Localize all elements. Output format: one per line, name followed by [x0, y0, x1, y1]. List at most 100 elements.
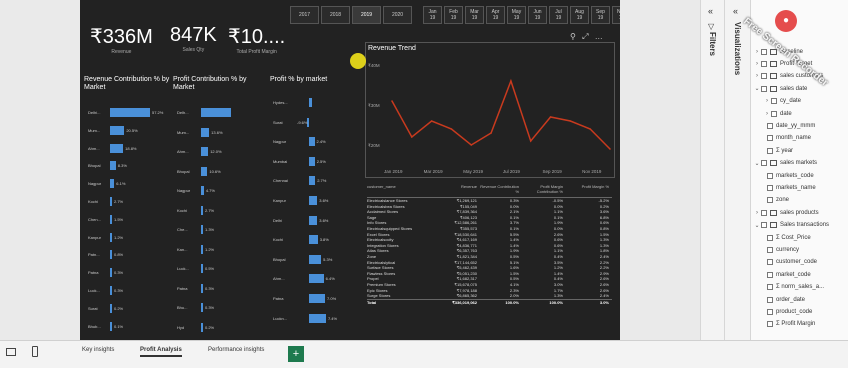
- col-revenue-contribution[interactable]: Revenue Contribution %: [477, 184, 519, 194]
- field-checkbox[interactable]: [767, 284, 773, 291]
- expand-chevron-icon[interactable]: ›: [763, 111, 771, 117]
- bar[interactable]: [110, 125, 125, 135]
- col-profit-margin[interactable]: Profit Margin %: [563, 184, 609, 189]
- mobile-view-icon[interactable]: [32, 346, 38, 357]
- bar[interactable]: [201, 205, 203, 215]
- revenue-trend-chart[interactable]: Revenue Trend ₹40M ₹30M ₹20M Jan 2019 Mar 201…: [365, 42, 615, 178]
- revenue-point[interactable]: [411, 136, 413, 138]
- filter-icon[interactable]: ⚲: [570, 32, 576, 41]
- expand-chevron-icon[interactable]: ›: [753, 49, 761, 55]
- bar[interactable]: [309, 254, 322, 264]
- field-item[interactable]: › cy_date: [763, 96, 801, 107]
- bar[interactable]: [309, 176, 316, 186]
- field-checkbox[interactable]: [767, 308, 773, 315]
- month-option-jun[interactable]: Jun 19: [528, 6, 547, 24]
- revenue-point[interactable]: [450, 128, 453, 130]
- field-item[interactable]: date_yy_mmm: [767, 120, 815, 131]
- field-item[interactable]: Σ Profit Margin: [767, 319, 815, 330]
- customer-table[interactable]: customer_name Revenue Revenue Contributi…: [367, 184, 612, 305]
- field-checkbox[interactable]: [767, 259, 773, 266]
- bar[interactable]: [110, 286, 112, 295]
- field-item[interactable]: ⌄ sales markets: [753, 158, 817, 169]
- field-item[interactable]: markets_code: [767, 170, 814, 181]
- bar[interactable]: [201, 322, 203, 332]
- expand-chevron-icon[interactable]: ›: [753, 61, 761, 67]
- month-option-jul[interactable]: Jul 19: [549, 6, 568, 24]
- bar[interactable]: [110, 303, 112, 313]
- field-item[interactable]: month_name: [767, 133, 811, 144]
- field-checkbox[interactable]: [761, 160, 767, 167]
- field-item[interactable]: ⌄ Sales transactions: [753, 220, 829, 231]
- field-checkbox[interactable]: [767, 271, 773, 278]
- year-option-2019[interactable]: 2019: [352, 6, 381, 24]
- bar[interactable]: [110, 268, 112, 278]
- month-option-apr[interactable]: Apr 19: [486, 6, 505, 24]
- field-item[interactable]: zone: [767, 195, 789, 206]
- expand-chevron-icon[interactable]: ›: [753, 210, 761, 216]
- field-checkbox[interactable]: [761, 85, 767, 92]
- field-checkbox[interactable]: [767, 147, 773, 154]
- field-checkbox[interactable]: [761, 222, 767, 229]
- field-checkbox[interactable]: [767, 246, 773, 253]
- bar[interactable]: [201, 127, 210, 137]
- expand-chevron-icon[interactable]: ›: [753, 73, 761, 79]
- field-item[interactable]: › sales products: [753, 207, 819, 218]
- bar[interactable]: [309, 294, 326, 303]
- col-profit-margin-contribution[interactable]: Profit Margin Contribution %: [519, 184, 563, 194]
- revenue-series-line[interactable]: [391, 78, 611, 150]
- bar[interactable]: [201, 186, 204, 195]
- year-option-2018[interactable]: 2018: [321, 6, 350, 24]
- revenue-point[interactable]: [549, 116, 552, 118]
- month-option-aug[interactable]: Aug 19: [570, 6, 589, 24]
- revenue-point[interactable]: [430, 120, 433, 122]
- field-checkbox[interactable]: [767, 197, 773, 204]
- bar[interactable]: [309, 215, 318, 225]
- field-checkbox[interactable]: [761, 209, 767, 216]
- revenue-point[interactable]: [589, 128, 591, 130]
- bar[interactable]: [110, 321, 112, 331]
- field-item[interactable]: customer_code: [767, 257, 817, 268]
- field-item[interactable]: order_date: [767, 294, 805, 305]
- bar[interactable]: [309, 156, 315, 166]
- field-item[interactable]: markets_name: [767, 182, 816, 193]
- bar[interactable]: [110, 197, 112, 206]
- more-options-icon[interactable]: …: [595, 32, 603, 41]
- bar[interactable]: [110, 232, 112, 242]
- month-option-jan[interactable]: Jan 19: [423, 6, 442, 24]
- field-item[interactable]: product_code: [767, 306, 812, 317]
- desktop-view-icon[interactable]: [6, 348, 16, 356]
- field-item[interactable]: currency: [767, 244, 799, 255]
- month-option-may[interactable]: May 19: [507, 6, 526, 24]
- revenue-point[interactable]: [470, 144, 473, 146]
- field-checkbox[interactable]: [767, 172, 773, 179]
- kpi-sales-qty[interactable]: 847K Sales Qty: [170, 24, 217, 53]
- col-revenue[interactable]: Revenue: [431, 184, 477, 189]
- bar[interactable]: [110, 214, 112, 224]
- field-checkbox[interactable]: [767, 122, 773, 129]
- month-option-nov[interactable]: Nov19: [612, 6, 620, 24]
- year-option-2020[interactable]: 2020: [383, 6, 412, 24]
- field-checkbox[interactable]: [767, 296, 773, 303]
- bar[interactable]: [309, 274, 324, 284]
- bar[interactable]: [201, 303, 203, 312]
- expand-chevron-icon[interactable]: ⌄: [753, 85, 761, 92]
- bar[interactable]: [110, 108, 150, 117]
- field-checkbox[interactable]: [761, 48, 767, 55]
- bar[interactable]: [309, 98, 312, 107]
- bar[interactable]: [110, 250, 112, 260]
- kpi-revenue[interactable]: ₹336M Revenue: [90, 24, 153, 55]
- field-checkbox[interactable]: [767, 135, 773, 142]
- bar[interactable]: [309, 137, 315, 147]
- expand-chevron-icon[interactable]: ⌄: [753, 160, 761, 167]
- table-row[interactable]: Surge Stores ₹6,865,362 2.0% 1.3% 2.4%: [367, 293, 612, 299]
- bar[interactable]: [201, 147, 209, 156]
- field-item[interactable]: Σ year: [767, 145, 793, 156]
- bar[interactable]: [201, 264, 203, 273]
- field-item[interactable]: ⌄ sales date: [753, 83, 807, 94]
- expand-chevron-icon[interactable]: ›: [763, 98, 771, 104]
- tab-key-insights[interactable]: Key insights: [82, 347, 114, 353]
- month-option-mar[interactable]: Mar 19: [465, 6, 484, 24]
- field-checkbox[interactable]: [771, 110, 777, 117]
- revenue-point[interactable]: [569, 120, 572, 122]
- field-item[interactable]: market_code: [767, 269, 811, 280]
